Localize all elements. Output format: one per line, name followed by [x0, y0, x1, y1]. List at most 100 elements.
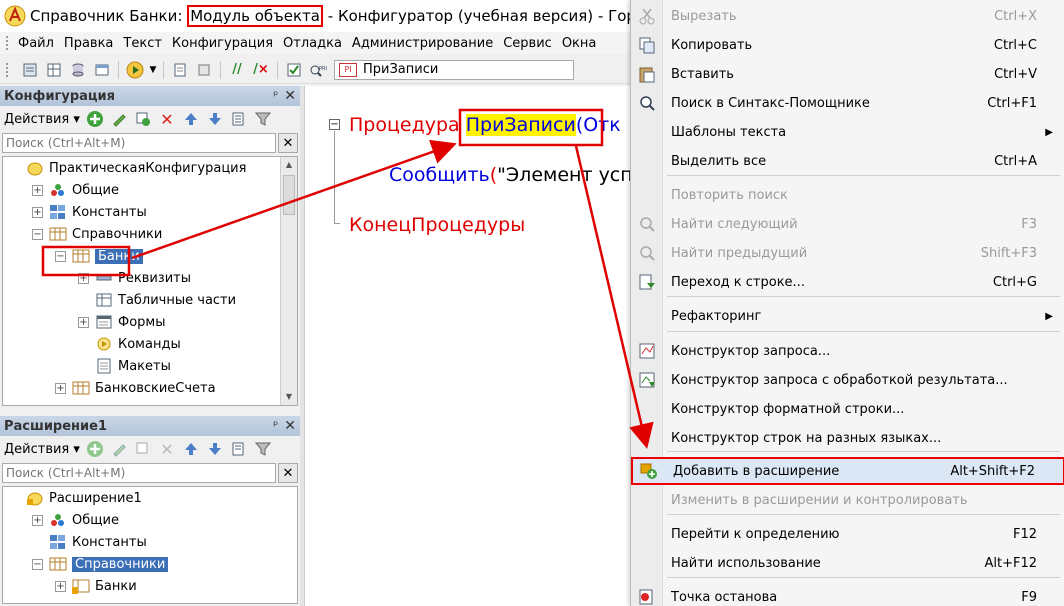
filter-icon[interactable] — [254, 440, 272, 458]
list-icon[interactable] — [19, 59, 41, 81]
close-icon[interactable]: ✕ — [278, 133, 298, 153]
uncomment-icon[interactable]: / × — [250, 59, 272, 81]
tree-item[interactable]: + БанковскиеСчета — [3, 377, 297, 399]
move-down-icon[interactable] — [206, 440, 224, 458]
collapse-icon[interactable]: − — [32, 558, 43, 570]
context-menu-item[interactable]: Добавить в расширение Alt+Shift+F2 — [631, 457, 1064, 485]
menu-text[interactable]: Текст — [123, 36, 162, 51]
context-menu-item[interactable]: Вставить Ctrl+V — [631, 60, 1064, 88]
edit-icon[interactable] — [110, 440, 128, 458]
context-menu-item[interactable]: Точка останова F9 — [631, 583, 1064, 606]
context-menu-item[interactable]: Конструктор запроса... — [631, 337, 1064, 365]
close-icon[interactable]: ✕ — [278, 463, 298, 483]
expand-icon[interactable]: + — [78, 272, 89, 284]
fold-collapse-icon[interactable]: − — [329, 119, 340, 130]
extension-search-input[interactable] — [2, 463, 276, 483]
menu-administration[interactable]: Администрирование — [352, 36, 493, 51]
tree-item[interactable]: Команды — [3, 333, 297, 355]
tree-item[interactable]: − Справочники — [3, 553, 297, 575]
tree-item[interactable]: + Общие — [3, 509, 297, 531]
context-menu-item[interactable]: Поиск в Синтакс-Помощнике Ctrl+F1 — [631, 89, 1064, 117]
tree-item[interactable]: Макеты — [3, 355, 297, 377]
tree-item[interactable]: Расширение1 — [3, 487, 297, 509]
expand-icon[interactable]: + — [32, 184, 43, 196]
move-up-icon[interactable] — [182, 110, 200, 128]
expand-icon[interactable]: + — [32, 206, 43, 218]
context-menu-item[interactable]: Найти следующий F3 — [631, 210, 1064, 238]
sort-icon[interactable] — [230, 110, 248, 128]
table-icon[interactable] — [43, 59, 65, 81]
delete-icon[interactable]: ✕ — [158, 440, 176, 459]
tree-item[interactable]: Константы — [3, 531, 297, 553]
run-icon[interactable] — [124, 59, 146, 81]
collapse-icon[interactable]: − — [32, 228, 43, 240]
menu-configuration[interactable]: Конфигурация — [172, 36, 273, 51]
tree-item[interactable]: + Общие — [3, 179, 297, 201]
expand-icon[interactable]: + — [55, 382, 66, 394]
tree-item[interactable]: ПрактическаяКонфигурация — [3, 157, 297, 179]
menu-service[interactable]: Сервис — [503, 36, 552, 51]
context-menu-item[interactable]: Конструктор запроса с обработкой результ… — [631, 366, 1064, 394]
procedure-name[interactable]: ПриЗаписи — [465, 114, 576, 136]
window-icon[interactable] — [91, 59, 113, 81]
context-menu-item[interactable]: Найти использование Alt+F12 — [631, 549, 1064, 577]
menu-windows[interactable]: Окна — [562, 36, 597, 51]
actions-menu[interactable]: Действия ▾ — [4, 112, 80, 127]
edit-icon[interactable] — [110, 110, 128, 128]
database-icon[interactable] — [67, 59, 89, 81]
sort-icon[interactable] — [230, 440, 248, 458]
expand-icon[interactable]: + — [78, 316, 89, 328]
context-menu-item[interactable]: Копировать Ctrl+C — [631, 31, 1064, 59]
context-menu-item[interactable]: Конструктор форматной строки... — [631, 395, 1064, 423]
tree-item[interactable]: + Банки — [3, 575, 297, 597]
tree-scrollbar[interactable]: ▲ ▼ — [280, 157, 297, 405]
procedures-list-icon[interactable]: PROC — [307, 59, 329, 81]
collapse-icon[interactable]: − — [55, 250, 66, 262]
context-menu-item[interactable]: Повторить поиск — [631, 181, 1064, 209]
delete-icon[interactable]: ✕ — [158, 110, 176, 129]
tree-item[interactable]: − Справочники — [3, 223, 297, 245]
chevron-down-icon[interactable]: ▼ — [148, 59, 158, 81]
context-menu-item[interactable]: Рефакторинг ▶ — [631, 302, 1064, 330]
menu-file[interactable]: Файл — [18, 36, 54, 51]
add-icon[interactable] — [86, 440, 104, 458]
tree-item[interactable]: + Формы — [3, 311, 297, 333]
tree-item[interactable]: Табличные части — [3, 289, 297, 311]
procedure-selector[interactable]: PI ПриЗаписи — [334, 59, 574, 80]
expand-icon[interactable]: + — [32, 514, 43, 526]
scroll-down-arrow[interactable]: ▼ — [281, 389, 297, 405]
context-menu-item[interactable]: Переход к строке... Ctrl+G — [631, 268, 1064, 296]
pin-icon[interactable]: ᵖ — [273, 88, 278, 104]
move-down-icon[interactable] — [206, 110, 224, 128]
tree-item[interactable]: − Банки — [3, 245, 297, 267]
add-icon[interactable] — [86, 110, 104, 128]
context-menu-item[interactable]: Выделить все Ctrl+A — [631, 147, 1064, 175]
menu-edit[interactable]: Правка — [64, 36, 113, 51]
menubar-grip[interactable] — [6, 36, 12, 50]
expand-icon[interactable]: + — [55, 580, 66, 592]
comment-icon[interactable]: // — [226, 59, 248, 81]
module-icon[interactable] — [169, 59, 191, 81]
tree-item[interactable]: + Константы — [3, 201, 297, 223]
context-menu-item[interactable]: Шаблоны текста ▶ — [631, 118, 1064, 146]
filter-icon[interactable] — [254, 110, 272, 128]
code-editor[interactable]: − Процедура ПриЗаписи(Отк Сообщить("Элем… — [304, 86, 633, 606]
close-icon[interactable]: ✕ — [284, 88, 296, 104]
move-up-icon[interactable] — [182, 440, 200, 458]
context-menu-item[interactable]: Изменить в расширении и контролировать — [631, 486, 1064, 514]
context-menu-item[interactable]: Перейти к определению F12 — [631, 520, 1064, 548]
configuration-search-input[interactable] — [2, 133, 276, 153]
properties-icon[interactable] — [193, 59, 215, 81]
menu-debug[interactable]: Отладка — [283, 36, 342, 51]
close-icon[interactable]: ✕ — [284, 418, 296, 434]
pin-icon[interactable]: ᵖ — [273, 418, 278, 434]
context-menu-item[interactable]: Вырезать Ctrl+X — [631, 2, 1064, 30]
context-menu-item[interactable]: Конструктор строк на разных языках... — [631, 424, 1064, 452]
scroll-up-arrow[interactable]: ▲ — [281, 157, 297, 173]
check-syntax-icon[interactable] — [283, 59, 305, 81]
scrollbar-thumb[interactable] — [283, 175, 295, 215]
context-menu-item[interactable]: Найти предыдущий Shift+F3 — [631, 239, 1064, 267]
copy-item-icon[interactable] — [134, 440, 152, 458]
toolbar-grip[interactable] — [6, 62, 12, 77]
copy-item-icon[interactable] — [134, 110, 152, 128]
